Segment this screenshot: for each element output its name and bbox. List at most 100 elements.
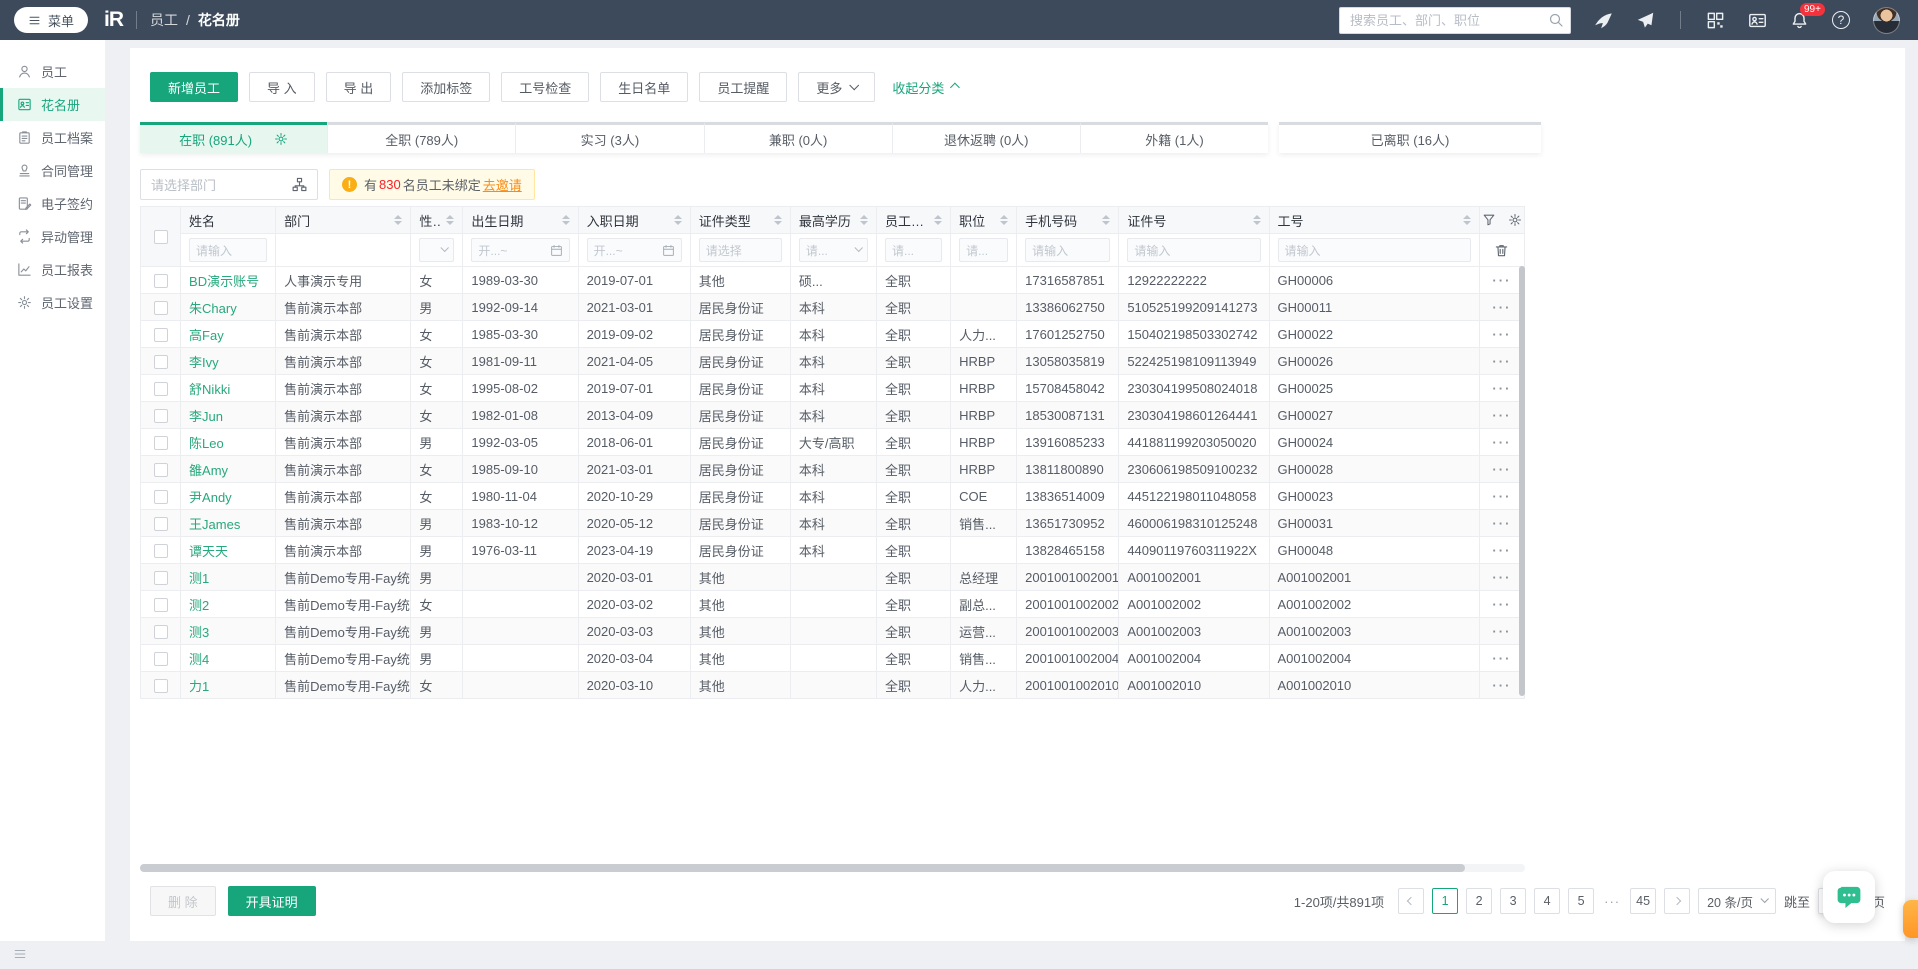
column-header-name[interactable]: 姓名: [180, 206, 277, 234]
sort-icon[interactable]: [859, 215, 868, 225]
column-header-id_no[interactable]: 证件号: [1118, 206, 1270, 234]
tab-rehired[interactable]: 退休返聘 (0人): [891, 122, 1080, 153]
paper-plane-icon[interactable]: [1636, 11, 1655, 30]
reminder-button[interactable]: 员工提醒: [699, 72, 788, 102]
row-actions-button[interactable]: [1478, 293, 1526, 321]
empno-check-button[interactable]: 工号检查: [501, 72, 590, 102]
filter-emp_type-input[interactable]: 请...: [884, 238, 943, 262]
column-header-edu[interactable]: 最高学历: [789, 206, 877, 234]
row-checkbox[interactable]: [153, 381, 168, 396]
more-button[interactable]: 更多: [798, 72, 876, 102]
sidebar-item-settings[interactable]: 员工设置: [0, 286, 105, 319]
employee-name-link[interactable]: 王James: [189, 517, 240, 532]
column-header-position[interactable]: 职位: [950, 206, 1018, 234]
row-checkbox[interactable]: [153, 624, 168, 639]
row-checkbox[interactable]: [153, 516, 168, 531]
tab-foreign[interactable]: 外籍 (1人): [1079, 122, 1269, 153]
sort-icon[interactable]: [561, 215, 570, 225]
row-checkbox[interactable]: [153, 570, 168, 585]
filter-id_type-input[interactable]: 请选择: [698, 238, 782, 262]
employee-name-link[interactable]: 谭天天: [189, 544, 228, 559]
bell-icon[interactable]: 99+: [1790, 2, 1825, 30]
filter-hire-range[interactable]: 开...~: [586, 238, 682, 262]
prev-page-button[interactable]: [1398, 888, 1425, 914]
row-actions-button[interactable]: [1478, 374, 1526, 402]
vertical-scrollbar[interactable]: [1519, 266, 1525, 696]
import-button[interactable]: 导 入: [249, 72, 315, 102]
invite-link[interactable]: 去邀请: [483, 175, 522, 194]
horizontal-scrollbar[interactable]: [140, 864, 1465, 872]
row-checkbox[interactable]: [153, 489, 168, 504]
employee-name-link[interactable]: 李Ivy: [189, 355, 219, 370]
row-actions-button[interactable]: [1478, 617, 1526, 645]
delete-button[interactable]: 删 除: [150, 886, 216, 916]
column-header-birth[interactable]: 出生日期: [462, 206, 579, 234]
sort-icon[interactable]: [1252, 215, 1261, 225]
row-actions-button[interactable]: [1478, 671, 1526, 699]
employee-name-link[interactable]: 李Jun: [189, 409, 223, 424]
sort-icon[interactable]: [773, 215, 782, 225]
tab-settings-icon[interactable]: [274, 132, 288, 146]
trash-icon[interactable]: [1494, 243, 1509, 258]
row-checkbox[interactable]: [153, 597, 168, 612]
employee-name-link[interactable]: 测4: [189, 652, 209, 667]
filter-id_no-input[interactable]: 请输入: [1127, 238, 1261, 262]
tab-intern[interactable]: 实习 (3人): [515, 122, 704, 153]
row-actions-button[interactable]: [1478, 401, 1526, 429]
sort-icon[interactable]: [1462, 215, 1471, 225]
tab-fulltime[interactable]: 全职 (789人): [327, 122, 516, 153]
employee-name-link[interactable]: 尹Andy: [189, 490, 232, 505]
avatar[interactable]: [1873, 6, 1900, 34]
sort-icon[interactable]: [1102, 215, 1111, 225]
sidebar-item-contracts[interactable]: 合同管理: [0, 154, 105, 187]
employee-name-link[interactable]: 测3: [189, 625, 209, 640]
filter-name-input[interactable]: 请输入: [189, 238, 268, 262]
row-actions-button[interactable]: [1478, 509, 1526, 537]
employee-name-link[interactable]: 测2: [189, 598, 209, 613]
tab-resigned[interactable]: 已离职 (16人): [1279, 122, 1541, 153]
sidebar-item-transfers[interactable]: 异动管理: [0, 220, 105, 253]
column-settings-icon[interactable]: [1508, 213, 1522, 227]
row-actions-button[interactable]: [1478, 428, 1526, 456]
app-logo[interactable]: iR: [104, 8, 124, 32]
employee-name-link[interactable]: 高Fay: [189, 328, 224, 343]
column-header-phone[interactable]: 手机号码: [1016, 206, 1120, 234]
page-size-select[interactable]: 20 条/页: [1698, 888, 1776, 914]
page-button[interactable]: 5: [1568, 888, 1595, 914]
sort-icon[interactable]: [394, 215, 403, 225]
sidebar-item-employees[interactable]: 员工: [0, 55, 105, 88]
contacts-icon[interactable]: [1748, 11, 1767, 30]
column-header-dept[interactable]: 部门: [275, 206, 412, 234]
filter-birth-range[interactable]: 开...~: [471, 238, 570, 262]
menu-button[interactable]: 菜单: [14, 7, 89, 33]
next-page-button[interactable]: [1664, 888, 1691, 914]
row-checkbox[interactable]: [153, 354, 168, 369]
employee-name-link[interactable]: 陈Leo: [189, 436, 224, 451]
add-tag-button[interactable]: 添加标签: [402, 72, 491, 102]
department-select[interactable]: 请选择部门: [140, 169, 318, 200]
employee-name-link[interactable]: 雒Amy: [189, 463, 228, 478]
row-actions-button[interactable]: [1478, 590, 1526, 618]
tab-active[interactable]: 在职 (891人): [140, 122, 328, 153]
page-button[interactable]: 45: [1630, 888, 1657, 914]
row-actions-button[interactable]: [1478, 536, 1526, 564]
breadcrumb-section[interactable]: 员工: [150, 10, 178, 30]
row-checkbox[interactable]: [153, 651, 168, 666]
row-checkbox[interactable]: [153, 327, 168, 342]
row-actions-button[interactable]: [1478, 347, 1526, 375]
page-button[interactable]: 4: [1534, 888, 1561, 914]
page-button[interactable]: 2: [1466, 888, 1493, 914]
row-checkbox[interactable]: [153, 435, 168, 450]
employee-name-link[interactable]: BD演示账号: [189, 274, 259, 289]
issue-certificate-button[interactable]: 开具证明: [227, 886, 316, 916]
page-button[interactable]: 3: [1500, 888, 1527, 914]
chat-widget-button[interactable]: [1823, 871, 1875, 923]
bird-icon[interactable]: [1594, 11, 1613, 30]
sidebar-item-reports[interactable]: 员工报表: [0, 253, 105, 286]
tab-parttime[interactable]: 兼职 (0人): [703, 122, 892, 153]
add-employee-button[interactable]: 新增员工: [150, 72, 239, 102]
filter-position-input[interactable]: 请...: [959, 238, 1009, 262]
filter-phone-input[interactable]: 请输入: [1025, 238, 1111, 262]
row-actions-button[interactable]: [1478, 482, 1526, 510]
row-checkbox[interactable]: [153, 273, 168, 288]
